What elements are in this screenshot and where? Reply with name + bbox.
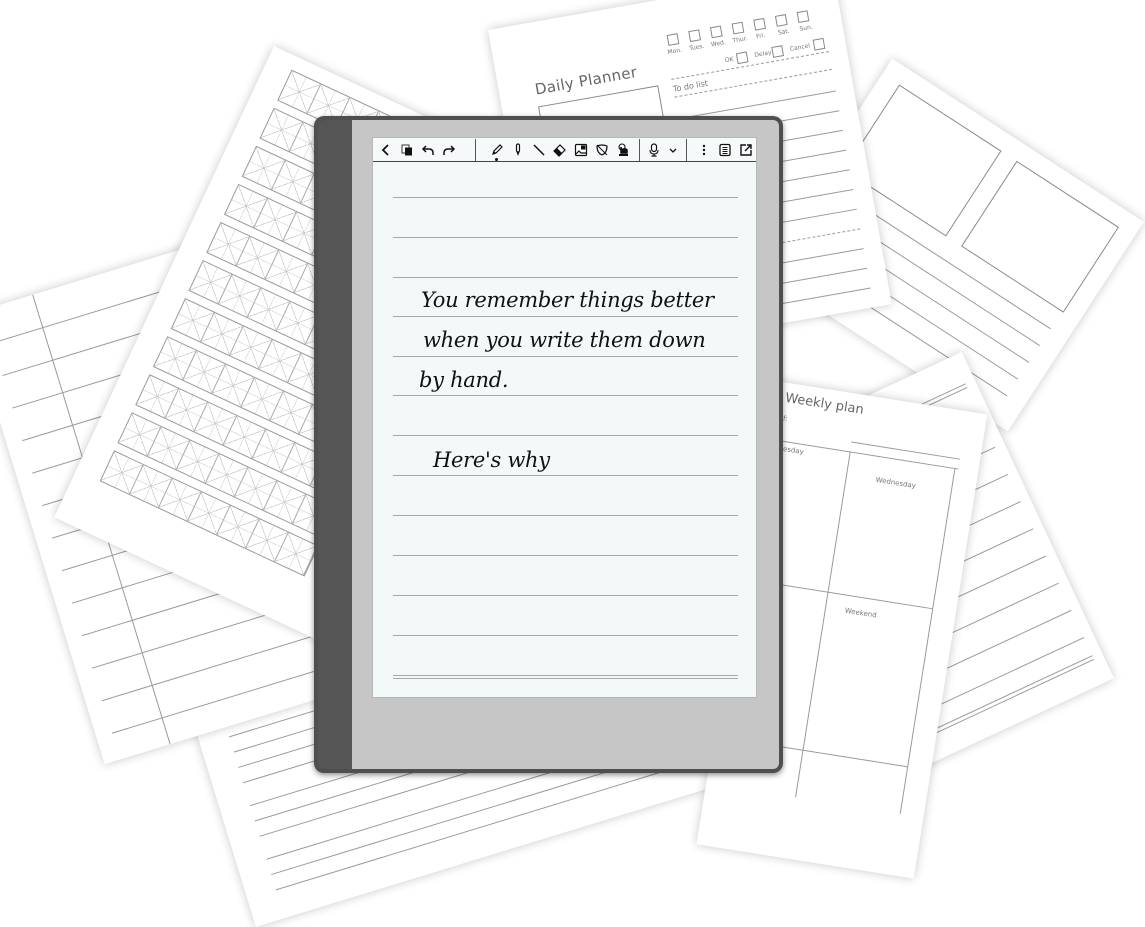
ruled-line bbox=[393, 277, 738, 278]
device-spine bbox=[318, 120, 352, 769]
undo-button[interactable] bbox=[417, 139, 438, 161]
weekly-plan-title: Weekly plan bbox=[784, 390, 865, 418]
toolbar-nav-group bbox=[373, 138, 475, 161]
touch-icon bbox=[618, 142, 628, 156]
toolbar-tools-group bbox=[476, 138, 638, 161]
toolbar bbox=[373, 138, 756, 162]
pages-icon bbox=[401, 144, 412, 155]
handwriting-line-4: Here's why bbox=[433, 448, 550, 472]
ruled-line bbox=[393, 515, 738, 516]
ruled-line bbox=[393, 316, 738, 317]
pencil-icon bbox=[491, 143, 503, 155]
toolbar-right-group bbox=[687, 138, 756, 161]
export-icon bbox=[739, 143, 752, 156]
day-label-wednesday: Wednesday bbox=[875, 475, 917, 491]
ruled-line bbox=[393, 475, 738, 476]
weekday-label: Tues. bbox=[688, 42, 705, 53]
undo-icon bbox=[421, 144, 434, 155]
lasso-icon bbox=[596, 143, 608, 156]
weekday-label: Fri. bbox=[755, 31, 766, 41]
pencil-tool-button[interactable] bbox=[486, 139, 507, 161]
weekday-label: Thur. bbox=[732, 35, 749, 45]
line-icon bbox=[533, 143, 545, 156]
touch-tool-button[interactable] bbox=[612, 139, 633, 161]
microphone-button[interactable] bbox=[644, 139, 665, 161]
ruled-line bbox=[393, 197, 738, 198]
image-icon bbox=[574, 143, 587, 156]
handwriting-line-3: by hand. bbox=[419, 368, 509, 392]
back-button[interactable] bbox=[375, 139, 396, 161]
chevron-down-icon bbox=[669, 148, 677, 153]
ruled-line bbox=[393, 635, 738, 636]
ruled-line bbox=[393, 595, 738, 596]
handwriting-line-1: You remember things better bbox=[421, 288, 714, 312]
voice-dropdown-button[interactable] bbox=[665, 139, 681, 161]
day-label-weekend: Weekend bbox=[844, 606, 878, 620]
ok-label: OK bbox=[724, 55, 735, 65]
marker-tool-button[interactable] bbox=[507, 139, 528, 161]
ruled-line bbox=[393, 237, 738, 238]
redo-icon bbox=[442, 144, 455, 155]
ruled-line bbox=[393, 678, 738, 679]
microphone-icon bbox=[649, 142, 659, 157]
eraser-tool-button[interactable] bbox=[549, 139, 570, 161]
handwriting-line-2: when you write them down bbox=[423, 328, 706, 352]
ruled-line bbox=[393, 395, 738, 396]
weekday-label: Wed. bbox=[710, 38, 727, 49]
back-icon bbox=[381, 143, 389, 156]
page-list-icon bbox=[718, 143, 731, 156]
cancel-label: Cancel bbox=[789, 42, 811, 53]
weekday-label: Mon. bbox=[667, 46, 683, 57]
toolbar-voice-group bbox=[640, 138, 686, 161]
line-tool-button[interactable] bbox=[528, 139, 549, 161]
pages-button[interactable] bbox=[396, 139, 417, 161]
ruled-line bbox=[393, 356, 738, 357]
delay-label: Delay bbox=[753, 49, 773, 60]
weekday-label: Sat. bbox=[777, 27, 791, 37]
redo-button[interactable] bbox=[438, 139, 459, 161]
weekday-label: Sun. bbox=[799, 23, 814, 33]
notebook-screen[interactable]: You remember things better when you writ… bbox=[372, 137, 757, 698]
page-list-button[interactable] bbox=[714, 139, 735, 161]
eraser-icon bbox=[552, 143, 566, 157]
ruled-line bbox=[393, 675, 738, 676]
marker-icon bbox=[515, 142, 520, 156]
image-tool-button[interactable] bbox=[570, 139, 591, 161]
ruled-line bbox=[393, 555, 738, 556]
ruled-line bbox=[393, 435, 738, 436]
lasso-tool-button[interactable] bbox=[591, 139, 612, 161]
export-button[interactable] bbox=[735, 139, 756, 161]
more-options-button[interactable] bbox=[693, 139, 714, 161]
more-vertical-icon bbox=[702, 144, 705, 155]
